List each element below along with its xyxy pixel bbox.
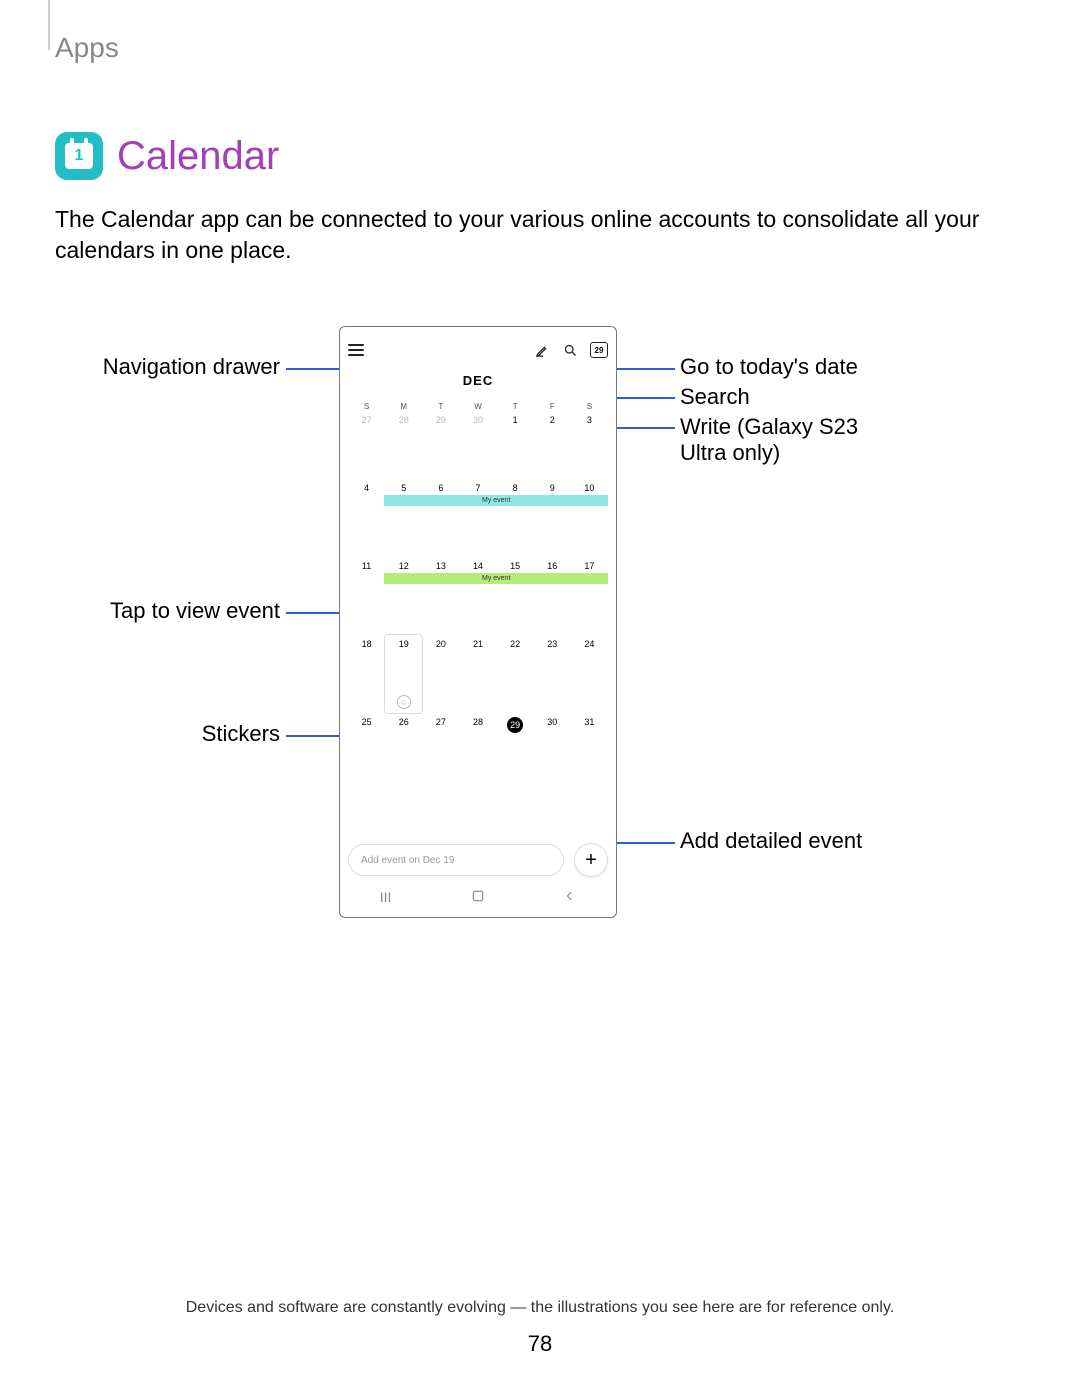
- day[interactable]: 20: [422, 635, 459, 713]
- callout-nav-drawer: Navigation drawer: [90, 354, 280, 380]
- day-num: 29: [507, 717, 523, 733]
- day-today[interactable]: 29: [497, 713, 534, 791]
- day[interactable]: 6: [422, 479, 459, 557]
- section-label: Apps: [55, 32, 1025, 64]
- day[interactable]: 22: [497, 635, 534, 713]
- dow-f: F: [534, 402, 571, 411]
- day[interactable]: 13: [422, 557, 459, 635]
- sticker-icon[interactable]: ☺: [397, 695, 411, 709]
- diagram-area: Navigation drawer Tap to view event Stic…: [55, 326, 1025, 946]
- day[interactable]: 3: [571, 411, 608, 479]
- back-icon[interactable]: [564, 889, 576, 905]
- day[interactable]: 28: [385, 411, 422, 479]
- disclaimer: Devices and software are constantly evol…: [0, 1299, 1080, 1317]
- day[interactable]: 27: [422, 713, 459, 791]
- day[interactable]: 4: [348, 479, 385, 557]
- month-label: DEC: [348, 373, 608, 388]
- day[interactable]: 12: [385, 557, 422, 635]
- day[interactable]: 28: [459, 713, 496, 791]
- intro-text: The Calendar app can be connected to you…: [55, 204, 1025, 266]
- day[interactable]: 17: [571, 557, 608, 635]
- callout-goto-today: Go to today's date: [680, 354, 858, 380]
- android-navbar: III: [340, 885, 616, 909]
- callout-stickers: Stickers: [195, 721, 280, 747]
- week-3: 11 12 13 14 15 16 17 My event: [348, 557, 608, 635]
- write-icon[interactable]: [534, 342, 550, 358]
- quick-add-input[interactable]: Add event on Dec 19: [348, 844, 564, 876]
- day[interactable]: 5: [385, 479, 422, 557]
- week-2: 4 5 6 7 8 9 10 My event: [348, 479, 608, 557]
- recents-icon[interactable]: III: [380, 889, 392, 905]
- day[interactable]: 7: [459, 479, 496, 557]
- day[interactable]: 11: [348, 557, 385, 635]
- header-rule: [48, 0, 50, 50]
- calendar-grid: 27 28 29 30 1 2 3 4 5 6 7 8 9: [348, 411, 608, 791]
- day[interactable]: 15: [497, 557, 534, 635]
- dow-m: M: [385, 402, 422, 411]
- week-1: 27 28 29 30 1 2 3: [348, 411, 608, 479]
- day[interactable]: 26: [385, 713, 422, 791]
- day[interactable]: 27: [348, 411, 385, 479]
- icon-day-number: 1: [75, 147, 84, 165]
- hamburger-icon[interactable]: [348, 344, 364, 356]
- callout-write: Write (Galaxy S23 Ultra only): [680, 414, 880, 467]
- dow-t: T: [422, 402, 459, 411]
- day[interactable]: 14: [459, 557, 496, 635]
- day[interactable]: 10: [571, 479, 608, 557]
- day[interactable]: 1: [497, 411, 534, 479]
- day[interactable]: 21: [459, 635, 496, 713]
- event-bar-2[interactable]: My event: [384, 573, 608, 584]
- day[interactable]: 23: [534, 635, 571, 713]
- event-bar-1[interactable]: My event: [384, 495, 608, 506]
- day-num: 19: [399, 639, 409, 649]
- phone-frame: 29 DEC S M T W T F S 27 28 2: [339, 326, 617, 918]
- week-4: 18 19 ☺ 20 21 22 23 24: [348, 635, 608, 713]
- day[interactable]: 29: [422, 411, 459, 479]
- day[interactable]: 18: [348, 635, 385, 713]
- day-selected[interactable]: 19 ☺: [384, 634, 423, 714]
- day[interactable]: 31: [571, 713, 608, 791]
- callout-add-event: Add detailed event: [680, 828, 862, 854]
- day[interactable]: 16: [534, 557, 571, 635]
- add-event-fab[interactable]: +: [574, 843, 608, 877]
- search-icon[interactable]: [562, 342, 578, 358]
- day[interactable]: 25: [348, 713, 385, 791]
- day-of-week-row: S M T W T F S: [348, 402, 608, 411]
- dow-t2: T: [497, 402, 534, 411]
- day[interactable]: 30: [459, 411, 496, 479]
- dow-s: S: [348, 402, 385, 411]
- calendar-app-icon: 1: [55, 132, 103, 180]
- callout-search: Search: [680, 384, 750, 410]
- day[interactable]: 8: [497, 479, 534, 557]
- home-icon[interactable]: [471, 889, 485, 906]
- dow-s2: S: [571, 402, 608, 411]
- day[interactable]: 2: [534, 411, 571, 479]
- day[interactable]: 9: [534, 479, 571, 557]
- dow-w: W: [459, 402, 496, 411]
- day[interactable]: 24: [571, 635, 608, 713]
- page-number: 78: [0, 1331, 1080, 1357]
- page-title: Calendar: [117, 134, 279, 179]
- week-5: 25 26 27 28 29 30 31: [348, 713, 608, 791]
- callout-tap-event: Tap to view event: [105, 598, 280, 624]
- day[interactable]: 30: [534, 713, 571, 791]
- today-icon[interactable]: 29: [590, 342, 608, 358]
